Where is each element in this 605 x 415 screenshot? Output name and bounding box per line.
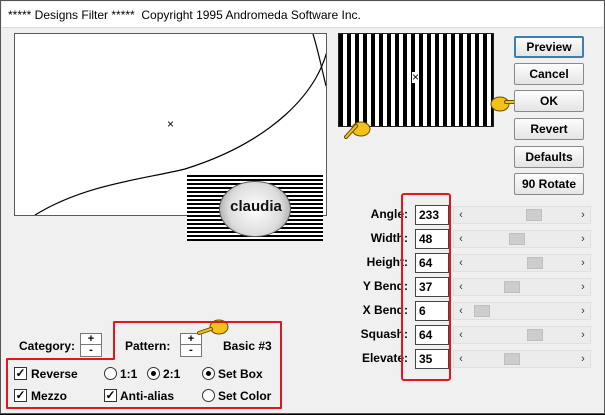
ratio-2-1-radio[interactable] (147, 367, 160, 380)
reverse-checkbox[interactable]: ✓ (14, 367, 27, 380)
ratio-1-1-label: 1:1 (120, 367, 138, 381)
antialias-checkbox[interactable]: ✓ (104, 389, 117, 402)
set-color-radio[interactable] (202, 389, 215, 402)
antialias-label: Anti-alias (120, 389, 175, 403)
mezzo-check-mark: ✓ (15, 388, 26, 402)
set-box-radio[interactable] (202, 367, 215, 380)
designs-filter-window: ***** Designs Filter ***** Copyright 199… (0, 0, 605, 414)
reverse-check-mark: ✓ (15, 366, 26, 380)
set-color-label: Set Color (218, 389, 272, 403)
ratio-1-1-radio[interactable] (104, 367, 117, 380)
antialias-check-mark: ✓ (105, 388, 116, 402)
reverse-label: Reverse (31, 367, 78, 381)
options-highlight (6, 321, 282, 409)
mezzo-checkbox[interactable]: ✓ (14, 389, 27, 402)
set-box-label: Set Box (218, 367, 263, 381)
mezzo-label: Mezzo (31, 389, 67, 403)
ratio-2-1-label: 2:1 (163, 367, 181, 381)
